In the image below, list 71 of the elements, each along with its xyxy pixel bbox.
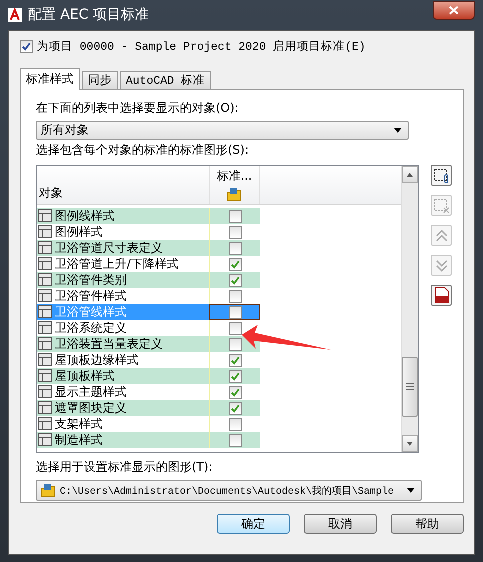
style-icon [38,369,53,383]
style-icon [38,289,53,303]
checkbox[interactable] [228,418,242,430]
checkbox[interactable] [20,40,33,53]
column-header[interactable]: 对象 [37,166,210,204]
field-label: 在下面的列表中选择要显示的对象(O): [36,100,240,117]
style-icon [38,241,53,255]
scrollbar[interactable] [401,166,418,452]
style-icon [38,305,53,319]
checkbox[interactable] [228,434,242,446]
style-icon [38,273,53,287]
drawing-dropdown[interactable]: C:\Users\Administrator\Documents\Autodesk\我的项目\Sample [36,480,422,501]
checkbox[interactable] [228,290,242,302]
checkbox[interactable] [228,274,242,286]
object-dropdown[interactable]: 所有对象 [36,121,409,140]
window-title: 配置 AEC 项目标准 [28,6,150,24]
drawing-file-icon [227,187,242,202]
column-header[interactable]: 标准... [210,166,260,204]
style-icon [38,209,53,223]
checkbox[interactable] [228,306,242,318]
toolbar-button[interactable] [431,285,452,306]
style-icon [38,257,53,271]
checkbox[interactable] [228,386,242,398]
checkbox[interactable] [228,338,242,350]
add-drawing-icon [434,168,450,184]
close-button[interactable] [433,0,475,20]
tab[interactable]: AutoCAD 标准 [120,71,212,90]
tab[interactable]: 同步 [82,71,118,90]
dialog-button[interactable]: 帮助 [391,514,464,534]
style-icon [38,353,53,367]
list-item[interactable]: 卫浴管道尺寸表定义 [37,240,209,256]
app-logo-icon [8,8,22,22]
tab[interactable]: 标准样式 [20,68,80,90]
style-icon [38,321,53,335]
drawing-file-icon [41,483,56,498]
remove-drawing-icon [434,198,450,214]
caret-icon [394,128,402,133]
list-item[interactable]: 卫浴管件类别 [37,272,209,288]
list-item[interactable]: 屋顶板样式 [37,368,209,384]
list-item[interactable]: 图例线样式 [37,208,209,224]
grip-icon [406,383,414,391]
checkbox[interactable] [228,226,242,238]
checkbox-label: 为项目 00000 - Sample Project 2020 启用项目标准(E) [37,40,366,54]
project-file-icon [434,287,450,304]
checkbox[interactable] [228,210,242,222]
style-icon [38,385,53,399]
style-icon [38,337,53,351]
checkbox[interactable] [228,322,242,334]
move-down-icon [434,258,448,272]
toolbar-button[interactable] [431,165,452,186]
close-icon [449,6,459,14]
list-item[interactable]: 遮罩图块定义 [37,400,209,416]
caret-icon [407,488,415,493]
checkbox[interactable] [228,242,242,254]
style-icon [38,401,53,415]
list-item[interactable]: 卫浴装置当量表定义 [37,336,209,352]
scroll-down-icon [407,442,413,446]
style-icon [38,417,53,431]
field-label: 选择用于设置标准显示的图形(T): [36,459,214,476]
checkbox[interactable] [228,258,242,270]
style-icon [38,225,53,239]
dialog-button[interactable]: 取消 [304,514,377,534]
checkbox[interactable] [228,370,242,382]
style-icon [38,433,53,447]
scroll-up-icon [407,172,413,176]
list-item[interactable]: 制造样式 [37,432,209,448]
checkbox[interactable] [228,402,242,414]
field-label: 选择包含每个对象的标准的标准图形(S): [36,142,250,159]
dialog-button[interactable]: 确定 [217,514,290,534]
checkbox[interactable] [228,354,242,366]
move-up-icon [434,228,448,242]
